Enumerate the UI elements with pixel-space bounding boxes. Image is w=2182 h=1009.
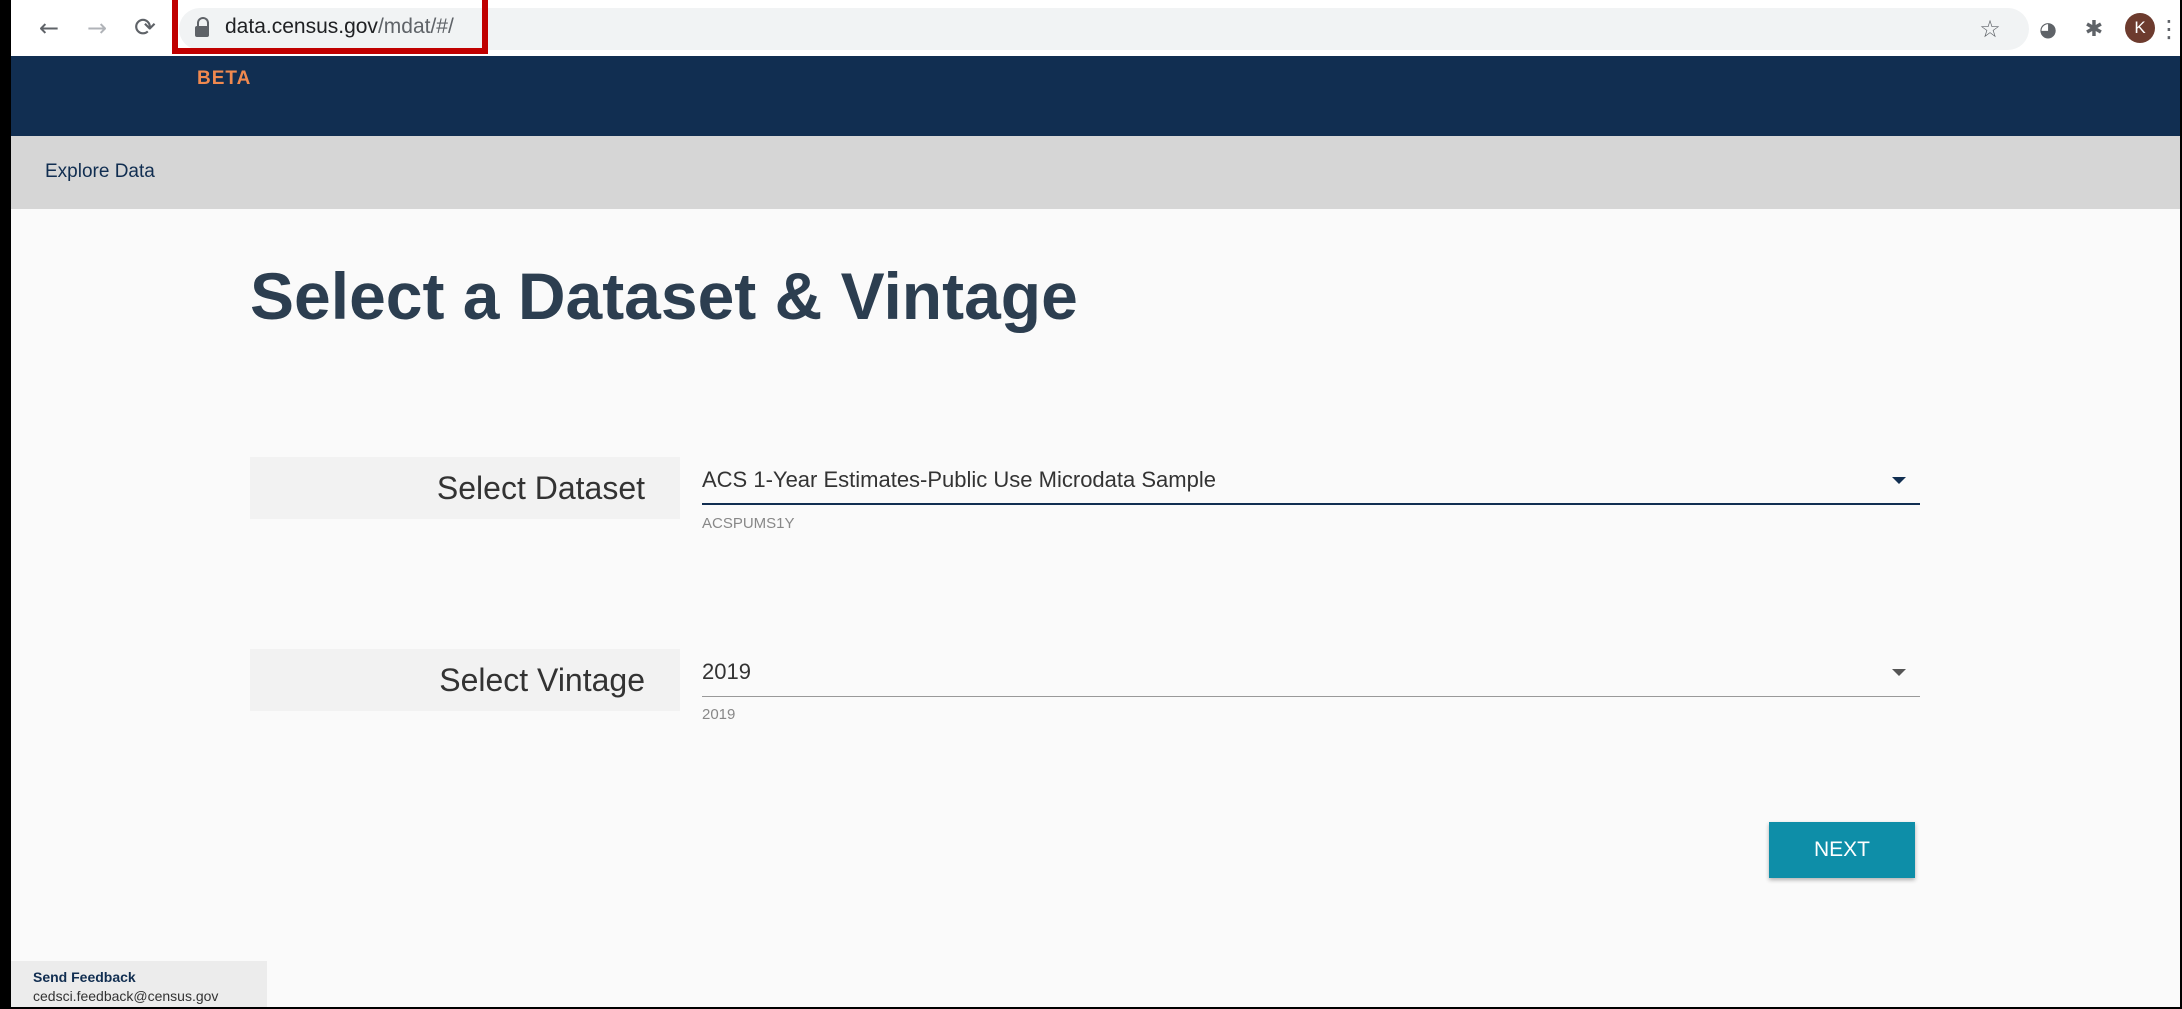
star-bookmark-icon[interactable]: ☆ — [1973, 12, 2007, 46]
menu-kebab-icon[interactable]: ⋮ — [2157, 12, 2181, 46]
chevron-down-icon[interactable] — [1892, 477, 1906, 484]
next-button[interactable]: NEXT — [1769, 822, 1915, 878]
forward-arrow-icon[interactable]: → — [77, 8, 117, 48]
feedback-email[interactable]: cedsci.feedback@census.gov — [33, 988, 218, 1004]
url-highlight-box — [172, 0, 488, 54]
vintage-label: Select Vintage — [439, 661, 645, 698]
dataset-hint: ACSPUMS1Y — [702, 515, 795, 532]
feedback-title: Send Feedback — [33, 969, 136, 985]
beta-badge: BETA — [197, 68, 252, 89]
vintage-select[interactable]: 2019 — [702, 649, 1920, 697]
page-title: Select a Dataset & Vintage — [250, 259, 1078, 333]
reload-icon[interactable]: ⟳ — [125, 8, 165, 48]
back-arrow-icon[interactable]: ← — [29, 8, 69, 48]
explore-data-link[interactable]: Explore Data — [45, 161, 155, 183]
vintage-hint: 2019 — [702, 706, 736, 723]
chevron-down-icon[interactable] — [1892, 669, 1906, 676]
send-feedback-panel[interactable]: Send Feedback cedsci.feedback@census.gov — [11, 961, 267, 1007]
puzzle-extensions-icon[interactable]: ✱ — [2077, 12, 2111, 46]
dataset-select[interactable]: ACS 1-Year Estimates-Public Use Microdat… — [702, 457, 1920, 505]
profile-avatar[interactable]: K — [2125, 13, 2155, 43]
sub-navigation: Explore Data — [11, 136, 2180, 209]
dataset-label-box: Select Dataset — [250, 457, 680, 519]
extension-circle-icon[interactable]: ◕ — [2031, 12, 2065, 46]
dataset-select-value: ACS 1-Year Estimates-Public Use Microdat… — [702, 467, 1216, 492]
dataset-label: Select Dataset — [436, 469, 645, 506]
site-header: BETA — [11, 56, 2180, 136]
vintage-select-value: 2019 — [702, 659, 751, 684]
vintage-label-box: Select Vintage — [250, 649, 680, 711]
